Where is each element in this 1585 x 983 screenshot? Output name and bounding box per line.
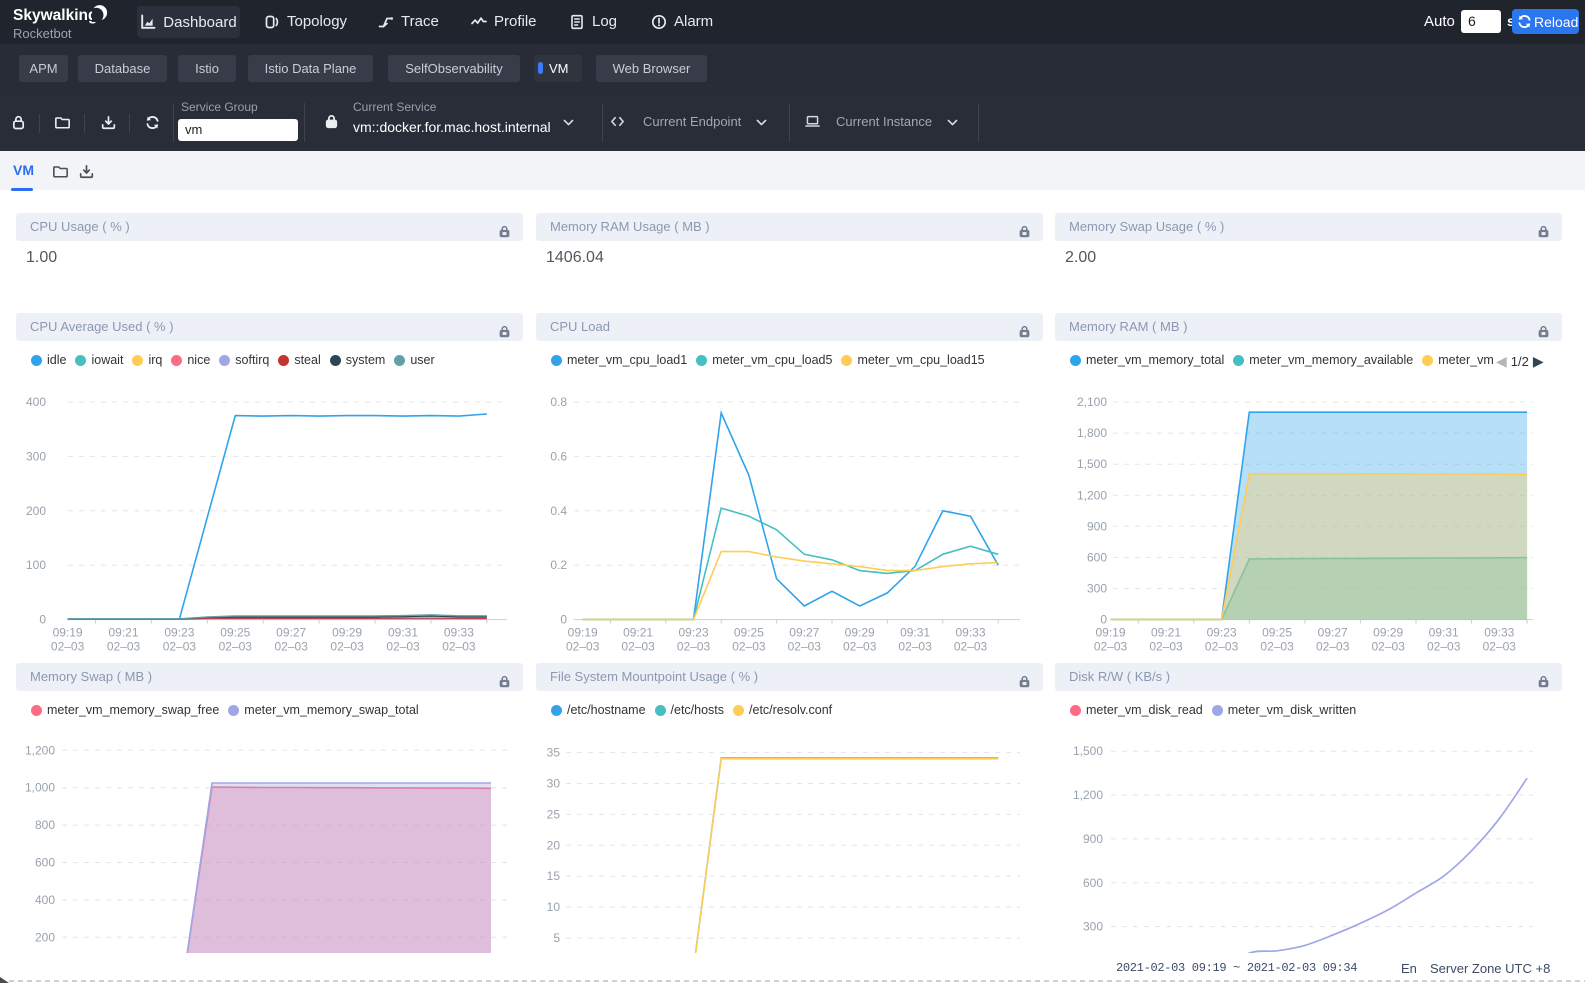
svg-text:1,200: 1,200 (25, 743, 55, 757)
svg-text:02–03: 02–03 (732, 640, 766, 654)
svg-text:02–03: 02–03 (1094, 640, 1128, 654)
svg-text:0.6: 0.6 (550, 449, 567, 463)
svg-text:1,200: 1,200 (1073, 788, 1103, 802)
svg-text:600: 600 (1083, 876, 1103, 890)
svg-text:09:19: 09:19 (568, 626, 598, 640)
svg-text:02–03: 02–03 (330, 640, 364, 654)
svg-text:600: 600 (1087, 550, 1107, 564)
svg-text:02–03: 02–03 (788, 640, 822, 654)
svg-text:200: 200 (35, 930, 55, 944)
svg-text:0: 0 (560, 613, 567, 627)
svg-text:15: 15 (547, 869, 561, 883)
svg-text:300: 300 (1087, 582, 1107, 596)
svg-text:25: 25 (547, 807, 561, 821)
svg-text:20: 20 (547, 838, 561, 852)
svg-text:02–03: 02–03 (1149, 640, 1183, 654)
svg-text:02–03: 02–03 (51, 640, 85, 654)
svg-text:02–03: 02–03 (1372, 640, 1406, 654)
svg-text:1,800: 1,800 (1077, 426, 1107, 440)
svg-text:100: 100 (26, 558, 46, 572)
svg-text:09:33: 09:33 (444, 626, 474, 640)
svg-text:10: 10 (547, 900, 561, 914)
svg-text:1,200: 1,200 (1077, 488, 1107, 502)
svg-text:2,100: 2,100 (1077, 395, 1107, 409)
svg-text:02–03: 02–03 (1260, 640, 1294, 654)
svg-text:02–03: 02–03 (1427, 640, 1461, 654)
svg-text:09:31: 09:31 (900, 626, 930, 640)
svg-text:09:23: 09:23 (678, 626, 708, 640)
svg-text:5: 5 (553, 931, 560, 945)
svg-text:09:23: 09:23 (164, 626, 194, 640)
svg-text:02–03: 02–03 (386, 640, 420, 654)
svg-text:600: 600 (35, 856, 55, 870)
svg-text:0: 0 (1100, 613, 1107, 627)
svg-text:02–03: 02–03 (954, 640, 988, 654)
svg-text:02–03: 02–03 (566, 640, 600, 654)
svg-text:35: 35 (547, 746, 561, 760)
svg-text:900: 900 (1083, 832, 1103, 846)
svg-text:1,500: 1,500 (1077, 457, 1107, 471)
svg-text:09:25: 09:25 (220, 626, 250, 640)
svg-text:02–03: 02–03 (163, 640, 197, 654)
svg-text:02–03: 02–03 (843, 640, 877, 654)
svg-text:09:19: 09:19 (53, 626, 83, 640)
svg-text:02–03: 02–03 (442, 640, 476, 654)
svg-text:900: 900 (1087, 519, 1107, 533)
svg-text:0: 0 (39, 613, 46, 627)
svg-text:02–03: 02–03 (621, 640, 655, 654)
svg-text:0.2: 0.2 (550, 558, 567, 572)
svg-text:09:29: 09:29 (1373, 626, 1403, 640)
svg-text:800: 800 (35, 818, 55, 832)
svg-text:02–03: 02–03 (219, 640, 253, 654)
svg-text:09:29: 09:29 (845, 626, 875, 640)
svg-text:09:27: 09:27 (276, 626, 306, 640)
svg-text:09:19: 09:19 (1095, 626, 1125, 640)
svg-text:02–03: 02–03 (1316, 640, 1350, 654)
svg-text:0.8: 0.8 (550, 395, 567, 409)
svg-text:09:21: 09:21 (108, 626, 138, 640)
svg-text:400: 400 (35, 893, 55, 907)
svg-text:30: 30 (547, 777, 561, 791)
svg-text:02–03: 02–03 (275, 640, 309, 654)
svg-text:09:25: 09:25 (734, 626, 764, 640)
svg-text:02–03: 02–03 (107, 640, 141, 654)
svg-text:02–03: 02–03 (1483, 640, 1517, 654)
svg-text:300: 300 (26, 449, 46, 463)
svg-text:300: 300 (1083, 920, 1103, 934)
svg-text:09:21: 09:21 (1151, 626, 1181, 640)
svg-text:1,500: 1,500 (1073, 744, 1103, 758)
svg-text:09:31: 09:31 (388, 626, 418, 640)
svg-text:09:27: 09:27 (789, 626, 819, 640)
svg-text:09:23: 09:23 (1207, 626, 1237, 640)
svg-text:200: 200 (26, 504, 46, 518)
svg-text:02–03: 02–03 (677, 640, 711, 654)
svg-text:0.4: 0.4 (550, 504, 567, 518)
svg-text:09:27: 09:27 (1318, 626, 1348, 640)
svg-text:09:25: 09:25 (1262, 626, 1292, 640)
svg-text:02–03: 02–03 (898, 640, 932, 654)
svg-text:02–03: 02–03 (1205, 640, 1239, 654)
svg-text:1,000: 1,000 (25, 781, 55, 795)
svg-text:09:29: 09:29 (332, 626, 362, 640)
svg-text:09:33: 09:33 (1484, 626, 1514, 640)
svg-text:09:31: 09:31 (1429, 626, 1459, 640)
svg-text:09:21: 09:21 (623, 626, 653, 640)
svg-text:09:33: 09:33 (955, 626, 985, 640)
svg-text:400: 400 (26, 395, 46, 409)
